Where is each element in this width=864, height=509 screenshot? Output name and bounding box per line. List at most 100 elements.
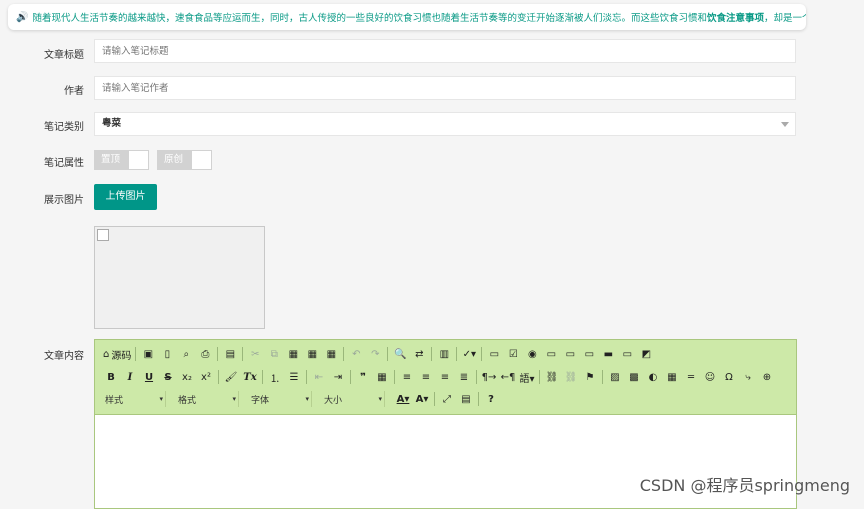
source-button[interactable]: ⌂ 源码 — [103, 345, 131, 363]
strike-glyph: S — [164, 371, 172, 383]
top-switch[interactable]: 置顶 — [94, 150, 149, 170]
horizontal-rule-icon[interactable]: ═ — [683, 368, 699, 386]
paste-icon[interactable]: ▦ — [285, 345, 301, 363]
copy-format-icon[interactable]: 🖌 — [223, 368, 239, 386]
textarea-icon[interactable]: ▭ — [562, 345, 578, 363]
size-combo-label: 大小 — [324, 395, 343, 406]
link-glyph: ⛓ — [545, 371, 559, 383]
iframe-globe-icon[interactable]: ⊕ — [759, 368, 775, 386]
new-page-glyph: ▯ — [164, 348, 171, 360]
image-icon[interactable]: ▨ — [607, 368, 623, 386]
redo-icon[interactable]: ↷ — [367, 345, 383, 363]
bulleted-list-icon[interactable]: ☰ — [286, 368, 302, 386]
preview-icon[interactable]: ⌕ — [178, 345, 194, 363]
save-icon[interactable]: ▣ — [140, 345, 156, 363]
image-button-icon[interactable]: ▭ — [619, 345, 635, 363]
copy-icon[interactable]: ⧉ — [266, 345, 282, 363]
spellcheck-icon[interactable]: ✓▾ — [461, 345, 477, 363]
remove-format-glyph: Tx — [243, 371, 257, 383]
align-right-icon[interactable]: ≡ — [437, 368, 453, 386]
toolbar-separator — [218, 370, 219, 384]
new-page-icon[interactable]: ▯ — [159, 345, 175, 363]
paste-word-icon[interactable]: ▦ — [323, 345, 339, 363]
table-icon[interactable]: ▦ — [664, 368, 680, 386]
print-icon[interactable]: ⎙ — [197, 345, 213, 363]
textarea-glyph: ▭ — [565, 348, 576, 360]
styles-combo[interactable]: 样式 ▾ — [103, 391, 166, 407]
subscript-icon[interactable]: x₂ — [179, 368, 195, 386]
hidden-field-icon[interactable]: ◩ — [638, 345, 654, 363]
title-input[interactable] — [94, 39, 796, 63]
replace-icon[interactable]: ⇄ — [411, 345, 427, 363]
indent-icon[interactable]: ⇥ — [330, 368, 346, 386]
form-icon[interactable]: ▭ — [486, 345, 502, 363]
templates-glyph: ▤ — [225, 348, 236, 360]
select-field-icon[interactable]: ▭ — [581, 345, 597, 363]
outdent-icon[interactable]: ⇤ — [311, 368, 327, 386]
format-combo[interactable]: 格式 ▾ — [176, 391, 239, 407]
preview-glyph: ⌕ — [183, 348, 190, 360]
underline-button[interactable]: U — [141, 368, 157, 386]
original-switch[interactable]: 原创 — [157, 150, 212, 170]
radio-glyph: ◉ — [527, 348, 537, 360]
find-icon[interactable]: 🔍 — [392, 345, 408, 363]
text-color-icon[interactable]: A▾ — [395, 390, 411, 408]
blockquote-icon[interactable]: ❞ — [355, 368, 371, 386]
unlink-icon[interactable]: ⛓ — [563, 368, 579, 386]
category-select[interactable]: 粤菜 — [94, 112, 796, 136]
undo-glyph: ↶ — [352, 348, 361, 360]
ltr-icon[interactable]: ¶→ — [481, 368, 497, 386]
chevron-down-icon — [781, 122, 789, 127]
superscript-icon[interactable]: x² — [198, 368, 214, 386]
language-icon[interactable]: 語▾ — [519, 368, 535, 386]
align-center-icon[interactable]: ≡ — [418, 368, 434, 386]
toolbar-separator — [242, 347, 244, 361]
select-all-glyph: ▥ — [439, 348, 450, 360]
radio-icon[interactable]: ◉ — [524, 345, 540, 363]
superscript-glyph: x² — [201, 371, 211, 383]
numbered-list-icon[interactable]: ⒈ — [267, 368, 283, 386]
rtl-icon[interactable]: ←¶ — [500, 368, 516, 386]
show-blocks-icon[interactable]: ▤ — [458, 390, 474, 408]
maximize-icon[interactable]: ⤢ — [439, 390, 455, 408]
templates-icon[interactable]: ▤ — [222, 345, 238, 363]
redo-glyph: ↷ — [371, 348, 380, 360]
anchor-icon[interactable]: ⚑ — [582, 368, 598, 386]
notice-bold-text: 饮食注意事项 — [706, 13, 764, 24]
textfield-icon[interactable]: ▭ — [543, 345, 559, 363]
checkbox-icon[interactable]: ☑ — [505, 345, 521, 363]
justify-icon[interactable]: ≣ — [456, 368, 472, 386]
author-input[interactable] — [94, 76, 796, 100]
speaker-icon: 🔊 — [16, 11, 29, 23]
iframe-icon[interactable]: ◐ — [645, 368, 661, 386]
upload-image-button[interactable]: 上传图片 — [94, 184, 157, 210]
bold-button[interactable]: B — [103, 368, 119, 386]
remove-format-icon[interactable]: Tx — [242, 368, 258, 386]
source-glyph: ⌂ — [103, 348, 110, 360]
select-all-icon[interactable]: ▥ — [436, 345, 452, 363]
top-switch-label: 置顶 — [95, 151, 129, 169]
link-icon[interactable]: ⛓ — [544, 368, 560, 386]
paste-text-icon[interactable]: ▦ — [304, 345, 320, 363]
about-icon[interactable]: ? — [483, 390, 499, 408]
smiley-icon[interactable]: ☺ — [702, 368, 718, 386]
toolbar-separator — [602, 370, 603, 384]
horizontal-rule-glyph: ═ — [687, 371, 695, 383]
button-field-icon[interactable]: ▬ — [600, 345, 616, 363]
flash-icon[interactable]: ▩ — [626, 368, 642, 386]
iframe-globe-glyph: ⊕ — [762, 371, 772, 383]
italic-button[interactable]: I — [122, 368, 138, 386]
special-char-icon[interactable]: Ω — [721, 368, 737, 386]
bg-color-icon[interactable]: A▾ — [414, 390, 430, 408]
indent-glyph: ⇥ — [333, 371, 343, 383]
font-combo[interactable]: 字体 ▾ — [249, 391, 312, 407]
undo-icon[interactable]: ↶ — [348, 345, 364, 363]
size-combo[interactable]: 大小 ▾ — [322, 391, 385, 407]
cut-icon[interactable]: ✂ — [247, 345, 263, 363]
save-glyph: ▣ — [143, 348, 154, 360]
page-break-icon[interactable]: ⤷ — [740, 368, 756, 386]
strike-button[interactable]: S — [160, 368, 176, 386]
align-left-icon[interactable]: ≡ — [399, 368, 415, 386]
print-glyph: ⎙ — [201, 348, 210, 360]
div-icon[interactable]: ▦ — [374, 368, 390, 386]
